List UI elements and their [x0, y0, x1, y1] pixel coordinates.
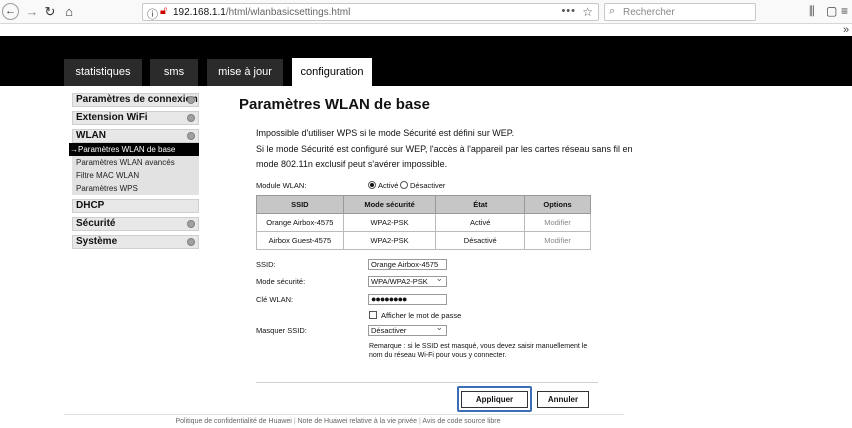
- wlan-key-label: Clé WLAN:: [256, 295, 294, 304]
- privacy-policy-link[interactable]: Politique de confidentialité de Huawei: [176, 418, 292, 425]
- table-header-row: SSID Mode sécurité État Options: [256, 195, 591, 214]
- security-mode-select[interactable]: WPA/WPA2-PSK: [368, 274, 447, 287]
- search-bar[interactable]: ⌕ Rechercher: [604, 3, 756, 21]
- cell-ssid: Airbox Guest-4575: [256, 231, 344, 250]
- forward-arrow-icon[interactable]: →: [23, 3, 41, 21]
- hide-ssid-label: Masquer SSID:: [256, 326, 307, 335]
- collapse-icon[interactable]: [187, 132, 195, 140]
- expand-icon[interactable]: [187, 96, 195, 104]
- overflow-chevron-icon[interactable]: »: [843, 24, 849, 36]
- ssid-table: SSID Mode sécurité État Options Orange A…: [256, 195, 591, 250]
- cell-security: WPA2-PSK: [342, 213, 437, 232]
- privacy-note-link[interactable]: Note de Huawei relative à la vie privée: [298, 418, 417, 425]
- module-on-label: Activé: [378, 181, 399, 190]
- page-actions-icon[interactable]: •••: [561, 5, 576, 17]
- tab-statistiques[interactable]: statistiques: [64, 59, 142, 86]
- tab-mise-a-jour[interactable]: mise à jour: [207, 59, 283, 86]
- footer: Politique de confidentialité de Huawei |…: [0, 418, 676, 425]
- sidebar-item-securite[interactable]: Sécurité: [72, 217, 199, 231]
- sidebar-subitem-wps[interactable]: Paramètres WPS: [72, 182, 199, 195]
- table-row: Airbox Guest-4575 WPA2-PSK Désactivé Mod…: [256, 231, 591, 250]
- module-wlan-label: Module WLAN:: [256, 181, 307, 190]
- tab-sms[interactable]: sms: [150, 59, 198, 86]
- sidebar-icon[interactable]: ▢: [826, 4, 837, 18]
- reload-icon[interactable]: ↻: [41, 3, 59, 21]
- ssid-label: SSID:: [256, 260, 276, 269]
- col-mode-securite: Mode sécurité: [342, 195, 437, 214]
- col-ssid: SSID: [256, 195, 344, 214]
- col-etat: État: [435, 195, 526, 214]
- info-line-2: Si le mode Sécurité est configuré sur WE…: [256, 144, 633, 154]
- apply-button[interactable]: Appliquer: [461, 391, 528, 408]
- cell-state: Désactivé: [435, 231, 526, 250]
- sidebar-item-systeme[interactable]: Système: [72, 235, 199, 249]
- sidebar-item-wlan[interactable]: WLAN: [72, 129, 199, 143]
- wlan-key-input[interactable]: ●●●●●●●●: [368, 294, 447, 305]
- sidebar-item-parametres-connexion[interactable]: Paramètres de connexion: [72, 93, 199, 107]
- expand-icon[interactable]: [187, 220, 195, 228]
- cancel-button[interactable]: Annuler: [537, 391, 589, 408]
- module-off-radio[interactable]: [400, 181, 408, 189]
- modify-link[interactable]: Modifier: [524, 231, 591, 250]
- tab-configuration[interactable]: configuration: [292, 58, 372, 87]
- search-icon: ⌕: [609, 5, 616, 17]
- cell-security: WPA2-PSK: [342, 231, 437, 250]
- show-password-label: Afficher le mot de passe: [381, 311, 462, 320]
- footer-separator: |: [419, 418, 421, 425]
- hamburger-menu-icon[interactable]: ≡: [841, 4, 848, 18]
- expand-icon[interactable]: [187, 238, 195, 246]
- info-line-1: Impossible d'utiliser WPS si le mode Séc…: [256, 128, 515, 138]
- library-icon[interactable]: ⫼: [809, 4, 815, 19]
- expand-icon[interactable]: [187, 114, 195, 122]
- home-icon[interactable]: ⌂: [60, 3, 78, 21]
- remark-text: Remarque : si le SSID est masqué, vous d…: [369, 343, 588, 359]
- wlan-submenu: →Paramètres WLAN de base Paramètres WLAN…: [69, 143, 199, 195]
- col-options: Options: [524, 195, 591, 214]
- sidebar-subitem-filtre-mac[interactable]: Filtre MAC WLAN: [72, 169, 199, 182]
- bookmark-star-icon[interactable]: ☆: [582, 5, 593, 19]
- router-header: statistiques sms mise à jour configurati…: [0, 36, 852, 87]
- address-bar[interactable]: ⓘ 🔓︎ 192.168.1.1/html/wlanbasicsettings.…: [142, 3, 599, 21]
- footer-separator: |: [293, 418, 296, 425]
- browser-toolbar: ← → ↻ ⌂ ⓘ 🔓︎ 192.168.1.1/html/wlanbasics…: [0, 0, 852, 24]
- show-password-checkbox[interactable]: [369, 311, 377, 319]
- open-source-link[interactable]: Avis de code source libre: [422, 418, 500, 425]
- sidebar-subitem-wlan-base[interactable]: →Paramètres WLAN de base: [69, 143, 199, 156]
- cell-ssid: Orange Airbox-4575: [256, 213, 344, 232]
- sidebar-item-extension-wifi[interactable]: Extension WiFi: [72, 111, 199, 125]
- page-title: Paramètres WLAN de base: [239, 96, 430, 113]
- table-row: Orange Airbox-4575 WPA2-PSK Activé Modif…: [256, 213, 591, 232]
- divider: [256, 382, 598, 383]
- info-line-3: mode 802.11n exclusif peut s'avérer impo…: [256, 159, 448, 169]
- back-arrow-icon[interactable]: ←: [2, 3, 19, 20]
- modify-link[interactable]: Modifier: [524, 213, 591, 232]
- info-icon[interactable]: ⓘ: [147, 6, 158, 22]
- cell-state: Activé: [435, 213, 526, 232]
- url-text[interactable]: 192.168.1.1/html/wlanbasicsettings.html: [173, 7, 350, 18]
- search-input[interactable]: Rechercher: [623, 7, 675, 18]
- ssid-input[interactable]: Orange Airbox-4575: [368, 259, 447, 270]
- sidebar: Paramètres de connexion Extension WiFi W…: [69, 93, 199, 253]
- hide-ssid-select[interactable]: Désactiver: [368, 323, 447, 336]
- module-on-radio[interactable]: [368, 181, 376, 189]
- sidebar-subitem-wlan-avances[interactable]: Paramètres WLAN avancés: [72, 156, 199, 169]
- sidebar-item-dhcp[interactable]: DHCP: [72, 199, 199, 213]
- module-off-label: Désactiver: [410, 181, 446, 190]
- security-mode-label: Mode sécurité:: [256, 277, 306, 286]
- footer-divider: [64, 414, 624, 415]
- insecure-lock-icon[interactable]: 🔓︎: [160, 5, 167, 18]
